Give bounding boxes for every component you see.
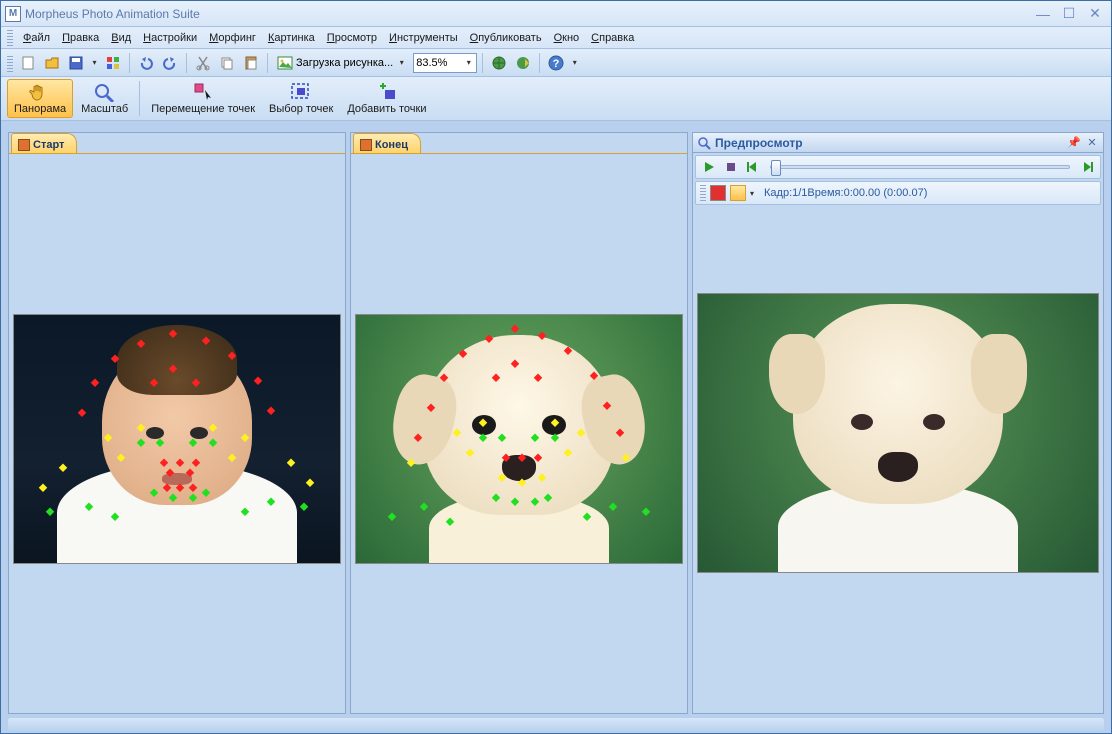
tool-zoom-label: Масштаб	[81, 103, 128, 115]
zoom-combo[interactable]: 83.5% ▾	[413, 53, 477, 73]
dropdown-arrow-icon: ▾	[463, 58, 474, 67]
preview-title: Предпросмотр	[715, 136, 1063, 150]
image-icon	[277, 55, 293, 71]
menu-tools[interactable]: Инструменты	[383, 30, 464, 46]
wizard-button[interactable]	[102, 52, 124, 74]
status-bar	[8, 718, 1104, 732]
menu-view[interactable]: Вид	[105, 30, 137, 46]
redo-button[interactable]	[159, 52, 181, 74]
play-button[interactable]	[700, 158, 718, 176]
pin-button[interactable]: 📌	[1067, 136, 1081, 150]
move-dots-icon	[191, 82, 215, 102]
menu-preview[interactable]: Просмотр	[321, 30, 383, 46]
menu-help[interactable]: Справка	[585, 30, 640, 46]
help-dropdown[interactable]: ▾	[569, 58, 580, 67]
undo-button[interactable]	[135, 52, 157, 74]
start-tab-label: Старт	[33, 139, 64, 151]
menu-publish[interactable]: Опубликовать	[464, 30, 548, 46]
timeline-slider[interactable]	[770, 165, 1070, 169]
morph-dots[interactable]	[14, 315, 340, 563]
stop-button[interactable]	[722, 158, 740, 176]
tool-zoom[interactable]: Масштаб	[75, 79, 134, 118]
magnifier-icon	[697, 136, 711, 150]
image-icon	[18, 139, 30, 151]
end-image-canvas[interactable]	[355, 314, 683, 564]
close-panel-button[interactable]: ✕	[1085, 136, 1099, 150]
share-button[interactable]	[512, 52, 534, 74]
svg-text:?: ?	[553, 58, 560, 70]
menu-edit[interactable]: Правка	[56, 30, 105, 46]
help-button[interactable]: ?	[545, 52, 567, 74]
step-back-button[interactable]	[744, 158, 762, 176]
app-title: Morpheus Photo Animation Suite	[25, 7, 200, 21]
zoom-value: 83.5%	[416, 57, 447, 69]
start-image-canvas[interactable]	[13, 314, 341, 564]
tool-toolbar: Панорама Масштаб Перемещение точек Выбор…	[1, 77, 1111, 121]
tool-add-dots-label: Добавить точки	[347, 103, 426, 115]
morph-dots[interactable]	[356, 315, 682, 563]
slider-thumb[interactable]	[771, 160, 781, 176]
paste-button[interactable]	[240, 52, 262, 74]
toolbar-grip[interactable]	[7, 54, 13, 72]
menu-file[interactable]: Файл	[17, 30, 56, 46]
preview-image-canvas[interactable]	[697, 293, 1099, 573]
end-tab-label: Конец	[375, 139, 408, 151]
start-tab[interactable]: Старт	[11, 133, 77, 153]
dropdown-arrow-icon[interactable]: ▾	[750, 189, 754, 198]
save-dropdown[interactable]: ▾	[89, 58, 100, 67]
image-icon	[360, 139, 372, 151]
tool-pan[interactable]: Панорама	[7, 79, 73, 118]
end-color-swatch[interactable]	[730, 185, 746, 201]
cut-button[interactable]	[192, 52, 214, 74]
magnifier-icon	[93, 82, 117, 102]
frame-bar: ▾ Кадр:1/1Время:0:00.00 (0:00.07)	[695, 181, 1101, 205]
new-button[interactable]	[17, 52, 39, 74]
close-button[interactable]: ✕	[1083, 5, 1107, 23]
preview-header: Предпросмотр 📌 ✕	[693, 133, 1103, 153]
player-bar	[695, 155, 1101, 179]
tool-move-dots-label: Перемещение точек	[151, 103, 255, 115]
open-button[interactable]	[41, 52, 63, 74]
tool-move-dots[interactable]: Перемещение точек	[145, 79, 261, 118]
hand-icon	[28, 82, 52, 102]
title-bar: M Morpheus Photo Animation Suite — ☐ ✕	[1, 1, 1111, 27]
menu-picture[interactable]: Картинка	[262, 30, 321, 46]
tool-add-dots[interactable]: Добавить точки	[341, 79, 432, 118]
end-panel: Конец	[350, 132, 688, 714]
save-button[interactable]	[65, 52, 87, 74]
standard-toolbar: ▾ Загрузка рисунка... ▾ 83.5% ▾ ? ▾	[1, 49, 1111, 77]
tool-pan-label: Панорама	[14, 103, 66, 115]
menu-window[interactable]: Окно	[548, 30, 586, 46]
start-panel: Старт	[8, 132, 346, 714]
load-image-label: Загрузка рисунка...	[296, 57, 393, 69]
menu-bar: Файл Правка Вид Настройки Морфинг Картин…	[1, 27, 1111, 49]
start-color-swatch[interactable]	[710, 185, 726, 201]
copy-button[interactable]	[216, 52, 238, 74]
workspace: Старт	[8, 132, 1104, 714]
select-dots-icon	[289, 82, 313, 102]
dropdown-arrow-icon: ▾	[396, 58, 407, 67]
frame-info: Кадр:1/1Время:0:00.00 (0:00.07)	[764, 187, 927, 199]
menu-morphing[interactable]: Морфинг	[203, 30, 262, 46]
tool-select-dots[interactable]: Выбор точек	[263, 79, 339, 118]
toolbar-grip[interactable]	[700, 185, 706, 201]
menu-settings[interactable]: Настройки	[137, 30, 203, 46]
add-dots-icon	[375, 82, 399, 102]
end-tab[interactable]: Конец	[353, 133, 421, 153]
app-icon: M	[5, 6, 21, 22]
toolbar-grip[interactable]	[7, 30, 13, 46]
load-image-dropdown[interactable]: Загрузка рисунка... ▾	[273, 52, 411, 74]
minimize-button[interactable]: —	[1031, 5, 1055, 23]
web-button[interactable]	[488, 52, 510, 74]
maximize-button[interactable]: ☐	[1057, 5, 1081, 23]
step-forward-button[interactable]	[1078, 158, 1096, 176]
preview-panel: Предпросмотр 📌 ✕ ▾ Кадр:1/1Время:0:00.00…	[692, 132, 1104, 714]
tool-select-dots-label: Выбор точек	[269, 103, 333, 115]
